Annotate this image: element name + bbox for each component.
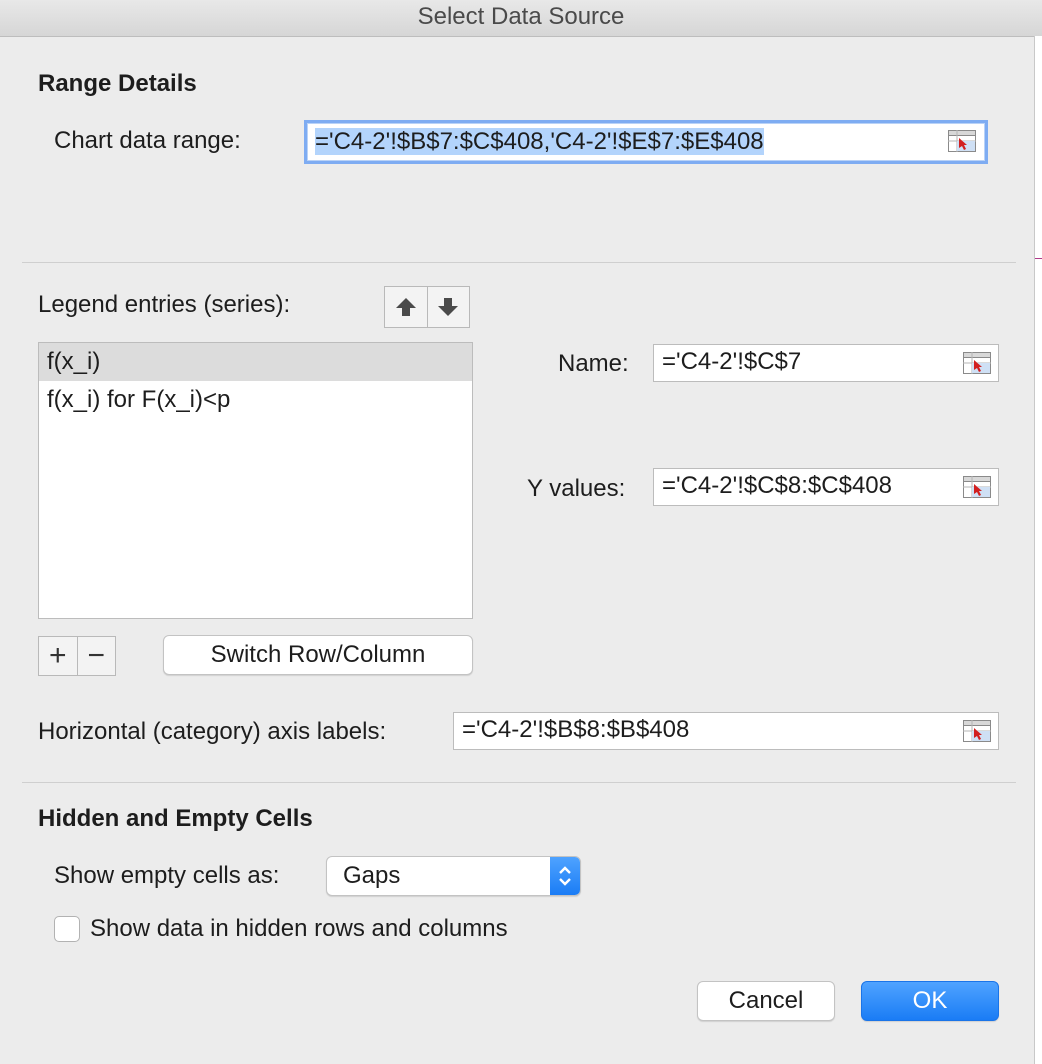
- up-down-chevron-icon: [550, 857, 580, 895]
- separator: [22, 782, 1016, 783]
- move-down-button[interactable]: [426, 287, 470, 327]
- ok-button[interactable]: OK: [861, 981, 999, 1021]
- series-name-label: Name:: [558, 350, 629, 377]
- axis-labels-input[interactable]: ='C4-2'!$B$8:$B$408: [453, 712, 999, 750]
- arrow-up-icon: [395, 298, 416, 316]
- axis-labels-label: Horizontal (category) axis labels:: [38, 718, 387, 745]
- chart-data-range-input[interactable]: ='C4-2'!$B$7:$C$408,'C4-2'!$E$7:$E$408: [304, 120, 988, 164]
- y-values-text: ='C4-2'!$C$8:$C$408: [662, 472, 892, 499]
- list-item[interactable]: f(x_i) for F(x_i)<p: [39, 381, 472, 419]
- range-details-heading: Range Details: [38, 70, 197, 97]
- move-up-button[interactable]: [385, 287, 427, 327]
- list-item[interactable]: f(x_i): [39, 343, 472, 381]
- name-picker-icon[interactable]: [963, 352, 991, 374]
- window-title: Select Data Source: [0, 0, 1042, 37]
- remove-series-button[interactable]: −: [76, 637, 116, 675]
- series-order-buttons: [384, 286, 470, 328]
- switch-row-column-button[interactable]: Switch Row/Column: [163, 635, 473, 675]
- series-list[interactable]: f(x_i) f(x_i) for F(x_i)<p: [38, 342, 473, 619]
- background-window-edge: [1034, 36, 1042, 1064]
- hidden-empty-heading: Hidden and Empty Cells: [38, 805, 313, 832]
- axis-labels-text: ='C4-2'!$B$8:$B$408: [462, 716, 690, 743]
- range-picker-icon[interactable]: [948, 130, 976, 152]
- y-values-label: Y values:: [527, 475, 626, 502]
- series-name-input[interactable]: ='C4-2'!$C$7: [653, 344, 999, 382]
- add-series-button[interactable]: +: [39, 637, 77, 675]
- show-empty-cells-select[interactable]: Gaps: [326, 856, 581, 896]
- cancel-button[interactable]: Cancel: [697, 981, 835, 1021]
- legend-entries-label: Legend entries (series):: [38, 291, 291, 318]
- axis-picker-icon[interactable]: [963, 720, 991, 742]
- show-hidden-data-label: Show data in hidden rows and columns: [90, 915, 508, 942]
- y-values-input[interactable]: ='C4-2'!$C$8:$C$408: [653, 468, 999, 506]
- separator: [22, 262, 1016, 263]
- add-remove-series: + −: [38, 636, 116, 676]
- chart-data-range-label: Chart data range:: [54, 127, 241, 154]
- show-empty-cells-label: Show empty cells as:: [54, 862, 280, 889]
- y-values-picker-icon[interactable]: [963, 476, 991, 498]
- arrow-down-icon: [438, 298, 459, 316]
- chart-data-range-text: ='C4-2'!$B$7:$C$408,'C4-2'!$E$7:$E$408: [315, 128, 764, 155]
- show-hidden-data-checkbox[interactable]: [54, 916, 80, 942]
- show-empty-cells-value: Gaps: [343, 862, 401, 889]
- series-name-text: ='C4-2'!$C$7: [662, 348, 802, 375]
